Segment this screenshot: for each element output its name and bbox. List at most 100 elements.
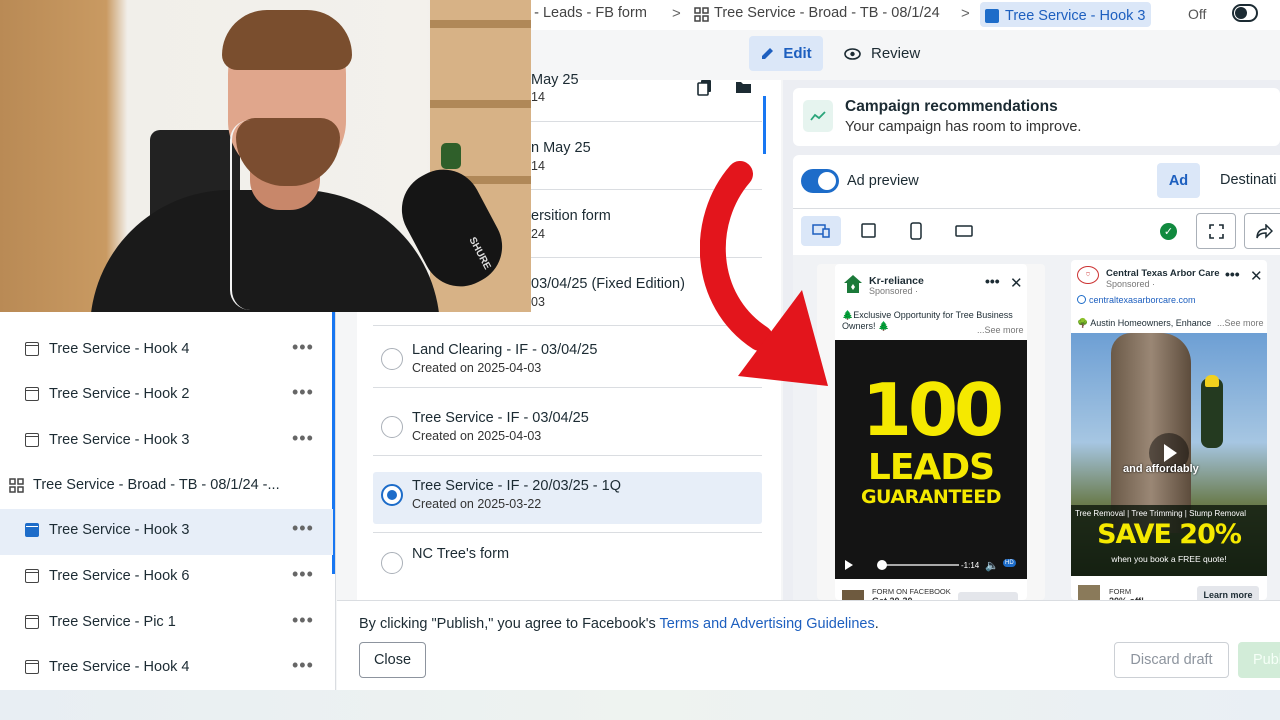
tree-trunk-image: [1111, 333, 1191, 533]
expand-button[interactable]: [1196, 213, 1236, 249]
tab-ad[interactable]: Ad: [1157, 163, 1200, 198]
forms-scrollbar[interactable]: [763, 96, 766, 154]
form-title: Tree Service - IF - 03/04/25: [412, 410, 589, 426]
creative-offer: SAVE 20%: [1097, 519, 1242, 550]
helmet-image: [1205, 375, 1219, 387]
more-icon[interactable]: •••: [292, 655, 314, 676]
ad-sponsored: Sponsored ·: [1106, 279, 1156, 289]
breadcrumb-separator: >: [961, 5, 970, 22]
see-more-link[interactable]: ...See more: [1217, 318, 1264, 328]
arborist-figure: [1201, 378, 1223, 448]
sidebar-item-ad[interactable]: Tree Service - Hook 3 •••: [0, 419, 333, 463]
terms-text: By clicking "Publish," you agree to Face…: [359, 616, 879, 632]
close-icon[interactable]: ✕: [1010, 274, 1023, 292]
breadcrumb-ad-label: Tree Service - Hook 3: [1005, 8, 1146, 24]
status-toggle[interactable]: [1232, 4, 1258, 22]
campaign-recommendations-card[interactable]: [793, 88, 1280, 146]
sidebar-item-label: Tree Service - Hook 3: [49, 522, 190, 538]
sidebar-item-label: Tree Service - Hook 6: [49, 568, 190, 584]
form-radio[interactable]: [381, 348, 403, 370]
video-progress-track[interactable]: [879, 564, 959, 566]
pencil-icon: [762, 48, 774, 59]
form-title: n May 25: [531, 140, 591, 156]
more-icon[interactable]: •••: [292, 518, 314, 539]
more-icon[interactable]: •••: [292, 564, 314, 585]
more-icon[interactable]: •••: [985, 273, 1000, 289]
campaign-tree-sidebar: Tree Service - Hook 4 ••• Tree Service -…: [0, 312, 336, 690]
volume-icon[interactable]: 🔈: [985, 559, 999, 572]
creative-headline-sub: GUARANTEED: [860, 486, 1002, 508]
divider: [793, 208, 1280, 209]
see-more-link[interactable]: ...See more: [977, 325, 1024, 335]
feed-format-button[interactable]: [848, 216, 888, 246]
discard-draft-button[interactable]: Discard draft: [1114, 642, 1229, 678]
breadcrumb-ad-current[interactable]: Tree Service - Hook 3: [980, 2, 1152, 27]
more-icon[interactable]: •••: [292, 610, 314, 631]
form-title: Tree Service - IF - 20/03/25 - 1Q: [412, 478, 621, 494]
sidebar-item-adset[interactable]: Tree Service - Broad - TB - 08/1/24 -...: [0, 464, 333, 508]
more-icon[interactable]: •••: [1225, 266, 1240, 282]
ad-primary-text: 🌲Exclusive Opportunity for Tree Business: [842, 310, 1013, 320]
form-thumbnail: [1078, 585, 1100, 600]
breadcrumb-adset[interactable]: Tree Service - Broad - TB - 08/1/24: [714, 5, 940, 21]
sidebar-item-ad[interactable]: Tree Service - Hook 2 •••: [0, 373, 333, 417]
close-button[interactable]: Close: [359, 642, 426, 678]
form-title: ersition form: [531, 208, 611, 224]
landscape-format-button[interactable]: [944, 216, 984, 246]
form-radio[interactable]: [381, 552, 403, 574]
story-format-button[interactable]: [896, 216, 936, 246]
recommendations-subtitle: Your campaign has room to improve.: [845, 119, 1082, 135]
bottle-image: [441, 143, 461, 169]
breadcrumb-separator: >: [672, 5, 681, 22]
play-icon[interactable]: [845, 560, 853, 570]
terms-link[interactable]: Terms and Advertising Guidelines: [660, 616, 875, 632]
share-icon: [1256, 224, 1273, 239]
sidebar-item-ad-selected[interactable]: Tree Service - Hook 3 •••: [0, 509, 333, 555]
creative-services: Tree Removal | Tree Trimming | Stump Rem…: [1075, 509, 1247, 518]
ad-video-creative[interactable]: 100 LEADS GUARANTEED -1:14 🔈 HD: [835, 340, 1027, 579]
sidebar-item-ad[interactable]: Tree Service - Hook 4 •••: [0, 328, 333, 372]
form-radio[interactable]: [381, 416, 403, 438]
video-controls[interactable]: -1:14 🔈 HD: [843, 558, 1019, 572]
webcam-overlay: SHURE: [0, 0, 531, 312]
form-row-selected[interactable]: Tree Service - IF - 20/03/25 - 1Q Create…: [373, 472, 762, 524]
ad-video-creative[interactable]: and affordably Tree Removal | Tree Trimm…: [1071, 333, 1267, 576]
breadcrumb-campaign[interactable]: e - Leads - FB form: [522, 5, 647, 21]
video-scrubber[interactable]: [877, 560, 887, 570]
hd-badge[interactable]: HD: [1003, 559, 1016, 567]
edit-tab[interactable]: Edit: [749, 36, 823, 71]
more-icon[interactable]: •••: [292, 428, 314, 449]
ad-primary-text: Owners! 🌲: [842, 321, 890, 331]
person-hair: [222, 10, 352, 70]
video-caption: and affordably: [1123, 463, 1199, 475]
form-row[interactable]: NC Tree's form: [373, 540, 762, 592]
ad-icon: [25, 615, 39, 629]
more-icon[interactable]: •••: [292, 382, 314, 403]
form-date: 03: [531, 295, 545, 309]
adset-grid-icon: [694, 7, 709, 22]
ad-sponsored: Sponsored ·: [869, 286, 919, 296]
sidebar-item-ad[interactable]: Tree Service - Hook 6 •••: [0, 555, 333, 599]
tab-destination[interactable]: Destinati: [1220, 172, 1276, 188]
form-date: 14: [531, 90, 545, 104]
video-time: -1:14: [961, 561, 980, 570]
review-tab[interactable]: Review: [838, 36, 926, 71]
more-icon[interactable]: •••: [292, 337, 314, 358]
publish-button[interactable]: Publ: [1238, 642, 1280, 678]
close-icon[interactable]: ✕: [1250, 267, 1263, 285]
ad-icon: [25, 387, 39, 401]
arbor-logo-icon: ⛉: [1077, 266, 1099, 284]
ad-page-name: Central Texas Arbor Care: [1106, 268, 1220, 279]
ad-preview-label: Ad preview: [847, 173, 919, 189]
share-button[interactable]: [1244, 213, 1280, 249]
form-radio-selected[interactable]: [381, 484, 403, 506]
ads-manager-screen: e - Leads - FB form > Tree Service - Bro…: [0, 0, 1280, 720]
form-date: Created on 2025-04-03: [412, 429, 542, 443]
recommendations-title: Campaign recommendations: [845, 98, 1058, 115]
form-row[interactable]: Tree Service - IF - 03/04/25 Created on …: [373, 404, 762, 456]
sidebar-item-ad[interactable]: Tree Service - Pic 1 •••: [0, 601, 333, 645]
sidebar-item-label: Tree Service - Broad - TB - 08/1/24 -...: [33, 477, 280, 493]
ad-url[interactable]: centraltexasarborcare.com: [1089, 295, 1196, 305]
sidebar-item-ad[interactable]: Tree Service - Hook 4 •••: [0, 646, 333, 690]
creative-offer-sub: when you book a FREE quote!: [1111, 554, 1227, 564]
